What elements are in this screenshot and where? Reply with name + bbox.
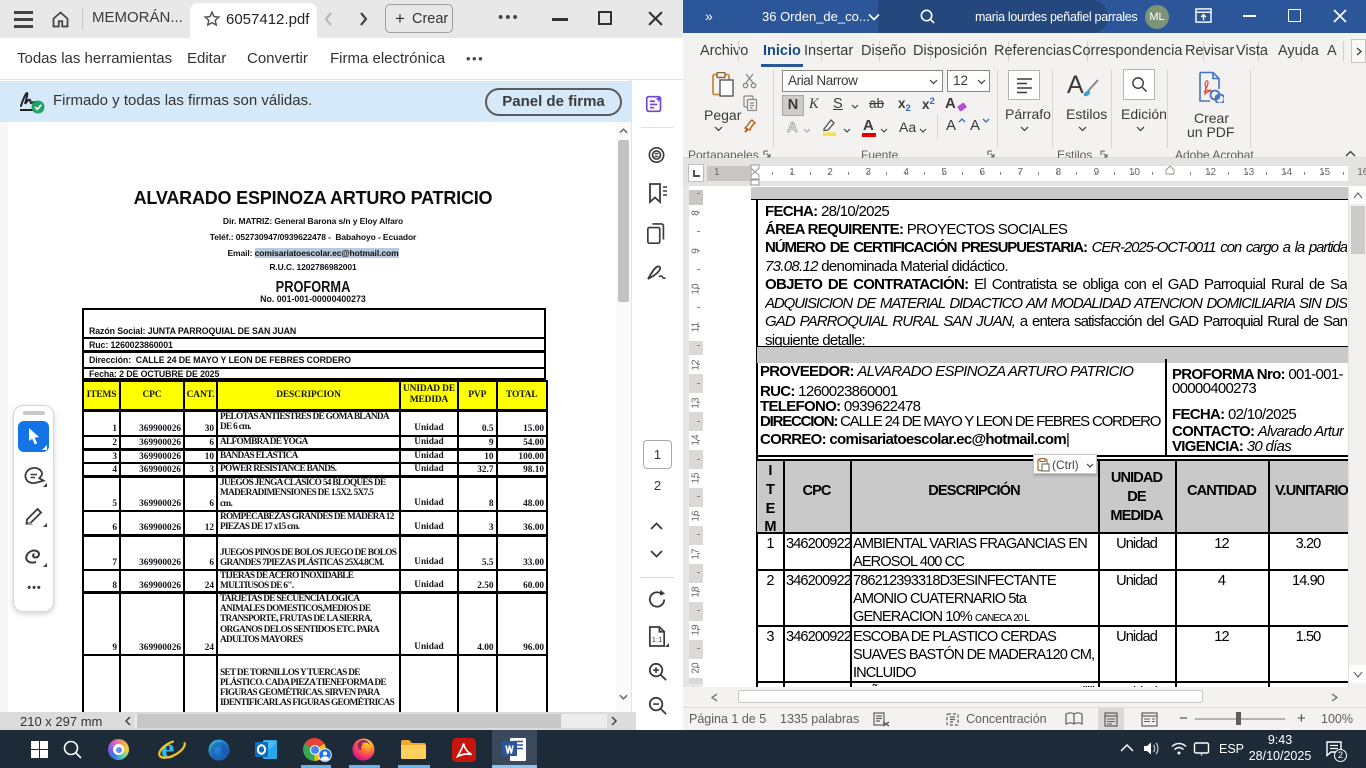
svg-text:1:1: 1:1 xyxy=(652,635,663,644)
